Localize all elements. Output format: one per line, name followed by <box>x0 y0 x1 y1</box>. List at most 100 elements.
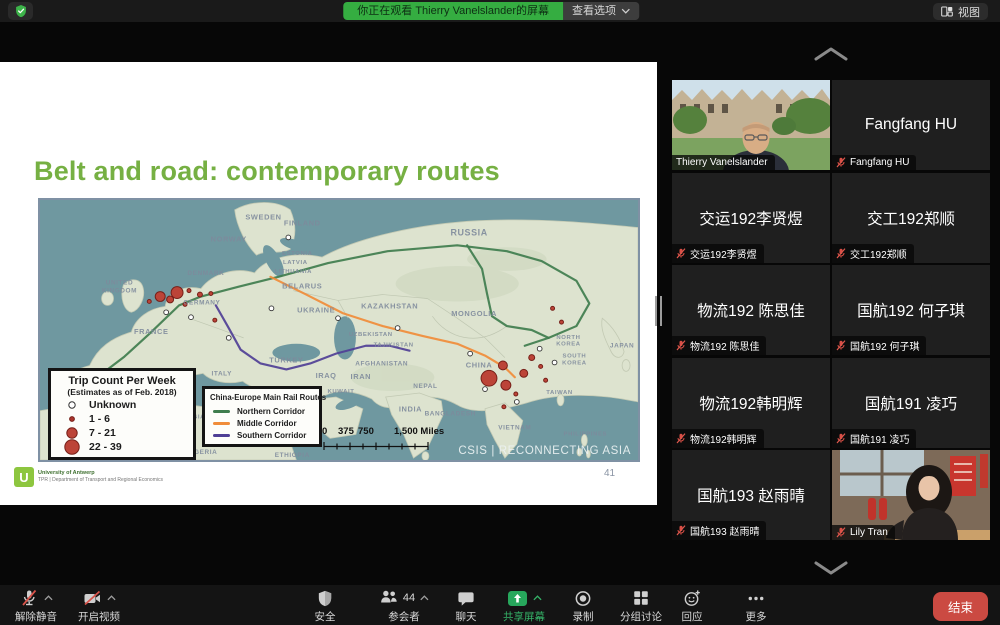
participant-video-grid: Thierry Vanelslander Fangfang HUFangfang … <box>672 80 990 540</box>
country-label: ETHIOPIA <box>275 452 310 459</box>
country-label: IRAQ <box>316 371 337 380</box>
participant-tile[interactable]: Fangfang HUFangfang HU <box>832 80 990 170</box>
scroll-down-chevron[interactable] <box>814 560 848 576</box>
participant-name-tag: 国航192 何子琪 <box>832 336 926 355</box>
chevron-up-icon[interactable] <box>107 595 116 601</box>
country-label: ITALY <box>212 370 233 377</box>
trip-count-dot <box>197 292 202 297</box>
trip-legend-item: 1 - 6 <box>55 412 189 426</box>
trip-count-dot <box>560 320 564 324</box>
security-button[interactable]: 安全 <box>315 588 336 624</box>
more-dots-icon <box>747 589 766 608</box>
participant-name-tag: Thierry Vanelslander <box>672 155 775 170</box>
participant-name-tag: Fangfang HU <box>832 155 916 170</box>
meeting-toolbar: 解除静音 开启视频 安全 <box>0 585 1000 625</box>
country-label: NEPAL <box>413 383 437 390</box>
participant-tile[interactable]: 国航191 凌巧国航191 凌巧 <box>832 358 990 448</box>
participant-tile[interactable]: 国航192 何子琪国航192 何子琪 <box>832 265 990 355</box>
breakout-rooms-button[interactable]: 分组讨论 <box>620 588 662 624</box>
trip-count-dot <box>544 378 548 382</box>
trip-count-dot <box>481 370 497 386</box>
trip-count-dot <box>551 306 555 310</box>
country-label: FRANCE <box>134 327 169 336</box>
chevron-up-icon[interactable] <box>533 595 542 601</box>
meeting-security-badge[interactable] <box>8 2 33 20</box>
scale-label: 1,500 Miles <box>394 426 444 437</box>
trip-count-dot <box>529 355 535 361</box>
country-label: KUWAIT <box>327 389 354 395</box>
unknown-trip-dot <box>336 316 341 321</box>
participant-tile[interactable]: 交工192郑顺交工192郑顺 <box>832 173 990 263</box>
unmute-button[interactable]: 解除静音 <box>15 588 57 624</box>
trip-count-dot <box>501 380 511 390</box>
unknown-trip-dot <box>286 235 291 240</box>
unknown-trip-dot <box>226 336 231 341</box>
participant-name-tag: Lily Tran <box>832 525 895 540</box>
country-label: AFGHANISTAN <box>355 360 408 367</box>
share-screen-icon <box>507 590 528 607</box>
reactions-button[interactable]: 回应 <box>682 588 703 624</box>
layout-grid-icon <box>941 6 953 17</box>
panel-resize-handle[interactable] <box>655 296 662 326</box>
unknown-trip-dot <box>537 346 542 351</box>
shield-icon <box>316 589 335 608</box>
muted-mic-icon <box>836 340 846 351</box>
chevron-up-icon[interactable] <box>44 595 53 601</box>
participant-tile[interactable]: 物流192韩明辉物流192韩明辉 <box>672 358 830 448</box>
participant-tile[interactable]: Thierry Vanelslander <box>672 80 830 170</box>
participant-tile[interactable]: Lily Tran <box>832 450 990 540</box>
participant-name-tag: 国航193 赵雨晴 <box>672 521 766 540</box>
chevron-up-icon[interactable] <box>420 595 429 601</box>
screen-share-banner: 你正在观看 Thierry Vanelslander的屏幕 查看选项 <box>343 2 639 20</box>
country-label: KOREA <box>556 342 581 348</box>
trip-count-dot <box>213 318 217 322</box>
participants-button[interactable]: 44 参会者 <box>379 588 429 624</box>
country-label: SOUTH <box>563 354 587 360</box>
route-legend-item: Northern Corridor <box>210 405 315 417</box>
country-label: KOREA <box>562 360 587 366</box>
share-screen-button[interactable]: 共享屏幕 <box>503 588 545 624</box>
participant-count: 44 <box>403 592 415 604</box>
unknown-trip-dot <box>468 351 473 356</box>
unknown-trip-dot <box>189 315 194 320</box>
watching-screen-text: 你正在观看 Thierry Vanelslander的屏幕 <box>343 2 563 20</box>
trip-count-dot <box>498 361 507 370</box>
muted-mic-icon <box>676 340 686 351</box>
country-label: RUSSIA <box>450 227 487 237</box>
start-video-button[interactable]: 开启视频 <box>78 588 120 624</box>
trip-count-dot <box>520 369 528 377</box>
record-icon <box>574 589 593 608</box>
participant-name-tag: 物流192 陈思佳 <box>672 336 766 355</box>
trip-count-dot <box>514 392 518 396</box>
chat-button[interactable]: 聊天 <box>456 588 477 624</box>
trip-count-dot <box>167 296 174 303</box>
chevron-down-icon <box>621 8 630 14</box>
country-label: UNITED <box>106 280 134 287</box>
unknown-trip-dot <box>269 306 274 311</box>
view-button[interactable]: 视图 <box>933 3 988 20</box>
end-meeting-button[interactable]: 结束 <box>933 592 988 621</box>
country-label: KINGDOM <box>102 288 137 295</box>
muted-mic-icon <box>676 248 686 259</box>
record-button[interactable]: 录制 <box>573 588 594 624</box>
scroll-up-chevron[interactable] <box>814 46 848 62</box>
country-label: NORWAY <box>211 234 247 243</box>
participant-tile[interactable]: 国航193 赵雨晴国航193 赵雨晴 <box>672 450 830 540</box>
scale-label: 0 <box>322 426 327 437</box>
country-label: BELARUS <box>282 282 322 291</box>
view-options-button[interactable]: 查看选项 <box>563 2 639 20</box>
shared-screen-slide: Belt and road: contemporary routes <box>0 62 657 505</box>
country-label: IRAN <box>351 372 372 381</box>
more-button[interactable]: 更多 <box>746 588 767 624</box>
trip-count-dot <box>147 299 151 303</box>
participant-tile[interactable]: 交运192李贤煜交运192李贤煜 <box>672 173 830 263</box>
country-label: TURKEY <box>269 356 303 365</box>
participant-tile[interactable]: 物流192 陈思佳物流192 陈思佳 <box>672 265 830 355</box>
muted-mic-icon <box>676 433 686 444</box>
country-label: TAIWAN <box>546 390 573 396</box>
department-name: TPR | Department of Transport and Region… <box>38 477 163 483</box>
country-label: LATVIA <box>283 260 308 266</box>
top-bar: 你正在观看 Thierry Vanelslander的屏幕 查看选项 视图 <box>0 0 1000 22</box>
participant-name-tag: 交运192李贤煜 <box>672 244 764 263</box>
country-label: SWEDEN <box>245 213 281 222</box>
